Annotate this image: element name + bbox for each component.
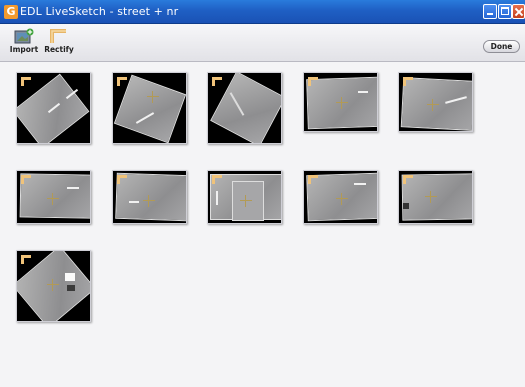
photo-thumbnail[interactable] — [16, 72, 91, 144]
photo-thumbnail[interactable] — [398, 72, 473, 132]
rectify-marker-icon — [117, 175, 127, 184]
thumbnail-grid — [0, 62, 525, 387]
close-icon[interactable] — [512, 4, 525, 19]
window-title: EDL LiveSketch - street + nr — [20, 5, 179, 18]
photo-thumbnail[interactable] — [398, 170, 473, 224]
rectify-marker-icon — [21, 255, 31, 264]
title-bar: G EDL LiveSketch - street + nr — [0, 0, 525, 24]
rectify-marker-icon — [21, 77, 31, 86]
rectify-marker-icon — [403, 77, 413, 86]
rectify-marker-icon — [117, 77, 127, 86]
maximize-icon[interactable] — [498, 4, 512, 19]
app-icon: G — [4, 5, 18, 19]
toolbar: Import Rectify — [0, 24, 525, 62]
photo-thumbnail[interactable] — [16, 250, 91, 322]
rectify-label: Rectify — [44, 45, 74, 54]
photo-thumbnail[interactable] — [112, 72, 187, 144]
import-label: Import — [9, 45, 39, 54]
photo-thumbnail[interactable] — [207, 170, 282, 224]
rectify-button[interactable]: Rectify — [42, 28, 76, 60]
rectify-marker-icon — [403, 175, 413, 184]
photo-thumbnail[interactable] — [303, 170, 378, 224]
rectify-marker-icon — [308, 77, 318, 86]
photo-thumbnail[interactable] — [112, 170, 187, 224]
photo-thumbnail[interactable] — [16, 170, 91, 224]
photo-thumbnail[interactable] — [207, 72, 282, 144]
rectify-marker-icon — [212, 77, 222, 86]
minimize-icon[interactable] — [483, 4, 497, 19]
done-button[interactable]: Done — [483, 40, 520, 53]
rectify-marker-icon — [21, 175, 31, 184]
import-button[interactable]: Import — [7, 28, 41, 60]
photo-thumbnail[interactable] — [303, 72, 378, 132]
import-image-icon — [13, 28, 35, 44]
rectify-corner-icon — [48, 28, 70, 44]
rectify-marker-icon — [212, 175, 222, 184]
rectify-marker-icon — [308, 175, 318, 184]
